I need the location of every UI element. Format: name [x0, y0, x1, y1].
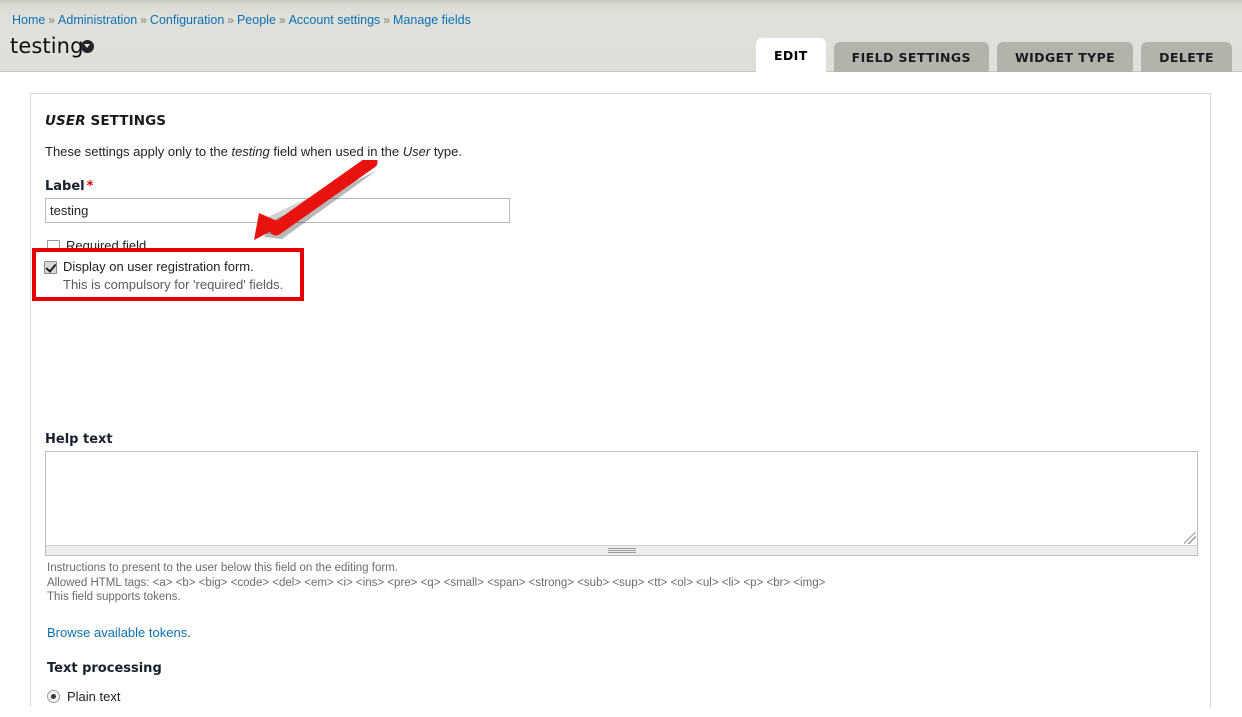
intro-entity-type: User: [402, 144, 431, 159]
help-text-label: Help text: [45, 432, 113, 447]
section-title-context: USER: [45, 113, 86, 129]
page-root: Home» Administration» Configuration» People…: [0, 0, 1242, 717]
breadcrumb-item-account-settings[interactable]: Account settings: [289, 13, 381, 27]
display-on-registration-checkbox[interactable]: [44, 261, 57, 274]
section-title-rest: SETTINGS: [85, 113, 167, 129]
breadcrumb-separator: »: [278, 13, 286, 27]
page-header: Home» Administration» Configuration» People…: [0, 0, 1242, 72]
breadcrumb-item-home[interactable]: Home: [12, 13, 45, 27]
breadcrumb-separator: »: [227, 13, 234, 27]
instruction-line-1: Instructions to present to the user belo…: [47, 562, 398, 574]
breadcrumb-item-administration[interactable]: Administration: [58, 13, 137, 27]
registration-checkbox-row[interactable]: Display on user registration form.: [42, 259, 300, 275]
label-field-label: Label *: [45, 179, 1196, 194]
instruction-line-3: This field supports tokens.: [47, 591, 181, 603]
plain-text-radio[interactable]: [47, 689, 60, 703]
plain-text-label: Plain text: [67, 688, 121, 704]
instruction-line-2: Allowed HTML tags: <a> <b> <big> <code> …: [47, 576, 826, 589]
registration-checkbox-highlight: Display on user registration form. This …: [32, 248, 304, 301]
primary-tabs: EDIT FIELD SETTINGS WIDGET TYPE DELETE: [755, 38, 1232, 72]
page-title: testing: [10, 34, 84, 58]
label-input[interactable]: [45, 198, 510, 223]
text-processing-label: Text processing: [47, 660, 162, 676]
intro-part-1: These settings apply only to the: [45, 144, 232, 159]
intro-part-2: field when used in the: [269, 144, 403, 159]
display-on-registration-label: Display on user registration form.: [63, 259, 254, 274]
radio-plain-text[interactable]: Plain text: [47, 689, 1198, 704]
gear-dropdown-icon: [81, 40, 94, 53]
intro-text: These settings apply only to the testing…: [45, 143, 1196, 160]
browse-tokens-link[interactable]: Browse available tokens.: [47, 625, 1198, 640]
breadcrumb-separator: »: [383, 13, 390, 27]
settings-panel: USER SETTINGS These settings apply only …: [30, 93, 1211, 717]
browse-tokens-period: .: [187, 624, 191, 640]
required-marker: *: [86, 179, 94, 194]
breadcrumb-item-manage-fields[interactable]: Manage fields: [393, 13, 471, 27]
tab-delete[interactable]: DELETE: [1141, 42, 1232, 72]
browse-tokens-text: Browse available tokens: [47, 624, 188, 640]
breadcrumb-separator: »: [140, 13, 147, 27]
breadcrumb-item-configuration[interactable]: Configuration: [150, 13, 224, 27]
section-title: USER SETTINGS: [45, 113, 1196, 129]
breadcrumb: Home» Administration» Configuration» People…: [12, 12, 471, 28]
contextual-links-toggle[interactable]: [81, 40, 94, 53]
tab-widget-type[interactable]: WIDGET TYPE: [996, 42, 1134, 72]
tab-edit[interactable]: EDIT: [755, 38, 826, 72]
help-text-box[interactable]: [45, 451, 1198, 556]
breadcrumb-separator: »: [48, 13, 56, 27]
tab-field-settings[interactable]: FIELD SETTINGS: [833, 42, 989, 72]
textarea-resize-corner-icon[interactable]: [1184, 532, 1196, 544]
help-text-group: Help text Instructions to present to the…: [45, 432, 1198, 717]
intro-part-3: type.: [430, 144, 462, 159]
label-field-label-text: Label: [45, 179, 85, 194]
textarea-resize-grip[interactable]: [46, 545, 1197, 555]
breadcrumb-item-people[interactable]: People: [237, 13, 276, 27]
help-text-instructions: Instructions to present to the user belo…: [47, 561, 1198, 605]
display-on-registration-description: This is compulsory for 'required' fields…: [63, 277, 284, 292]
intro-field-name: testing: [231, 144, 270, 159]
